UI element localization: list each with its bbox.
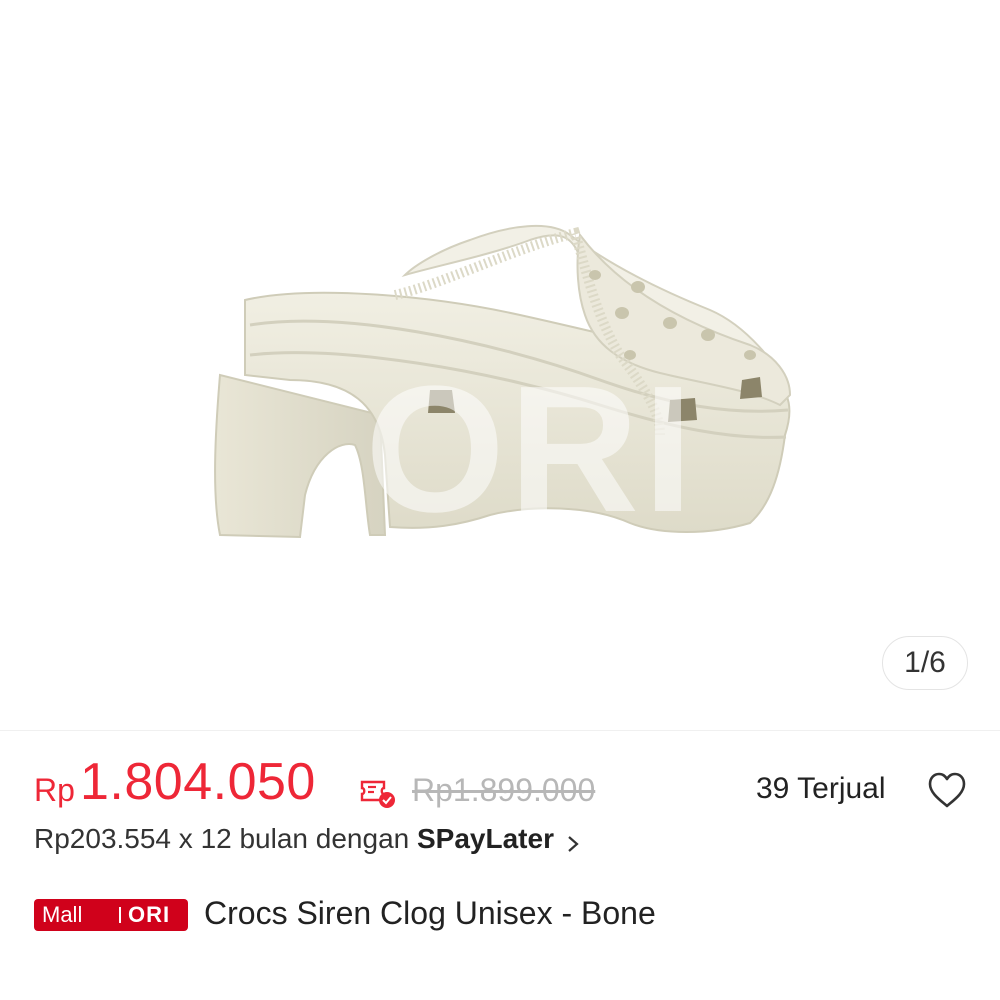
mall-label: Mall — [42, 902, 83, 927]
ori-watermark: ORI — [365, 349, 698, 550]
mall-ori-badge: Mall ORI — [34, 899, 188, 931]
installment-text: Rp203.554 x 12 bulan dengan — [34, 823, 417, 854]
sale-price: 1.804.050 — [80, 753, 316, 811]
price-row: Rp 1.804.050 Rp1.899.000 39 Terjual — [34, 752, 974, 822]
ori-label: ORI — [128, 902, 171, 927]
badge-separator — [119, 907, 121, 923]
spaylater-brand: SPayLater — [417, 823, 554, 854]
original-price: Rp1.899.000 — [412, 772, 596, 808]
heart-outline-icon[interactable] — [926, 770, 968, 810]
product-title: Crocs Siren Clog Unisex - Bone — [204, 895, 656, 931]
divider — [0, 730, 1000, 731]
chevron-right-icon — [568, 835, 579, 852]
product-image-gallery[interactable]: ORI 1/6 — [0, 0, 1000, 730]
voucher-icon — [360, 780, 395, 808]
price-currency: Rp — [34, 772, 75, 808]
spaylater-installment-link[interactable]: Rp203.554 x 12 bulan dengan SPayLater — [34, 823, 734, 863]
image-page-indicator: 1/6 — [882, 636, 968, 690]
product-title-row: Mall ORI Crocs Siren Clog Unisex - Bone — [34, 895, 974, 939]
sold-count: 39 Terjual — [756, 772, 886, 805]
